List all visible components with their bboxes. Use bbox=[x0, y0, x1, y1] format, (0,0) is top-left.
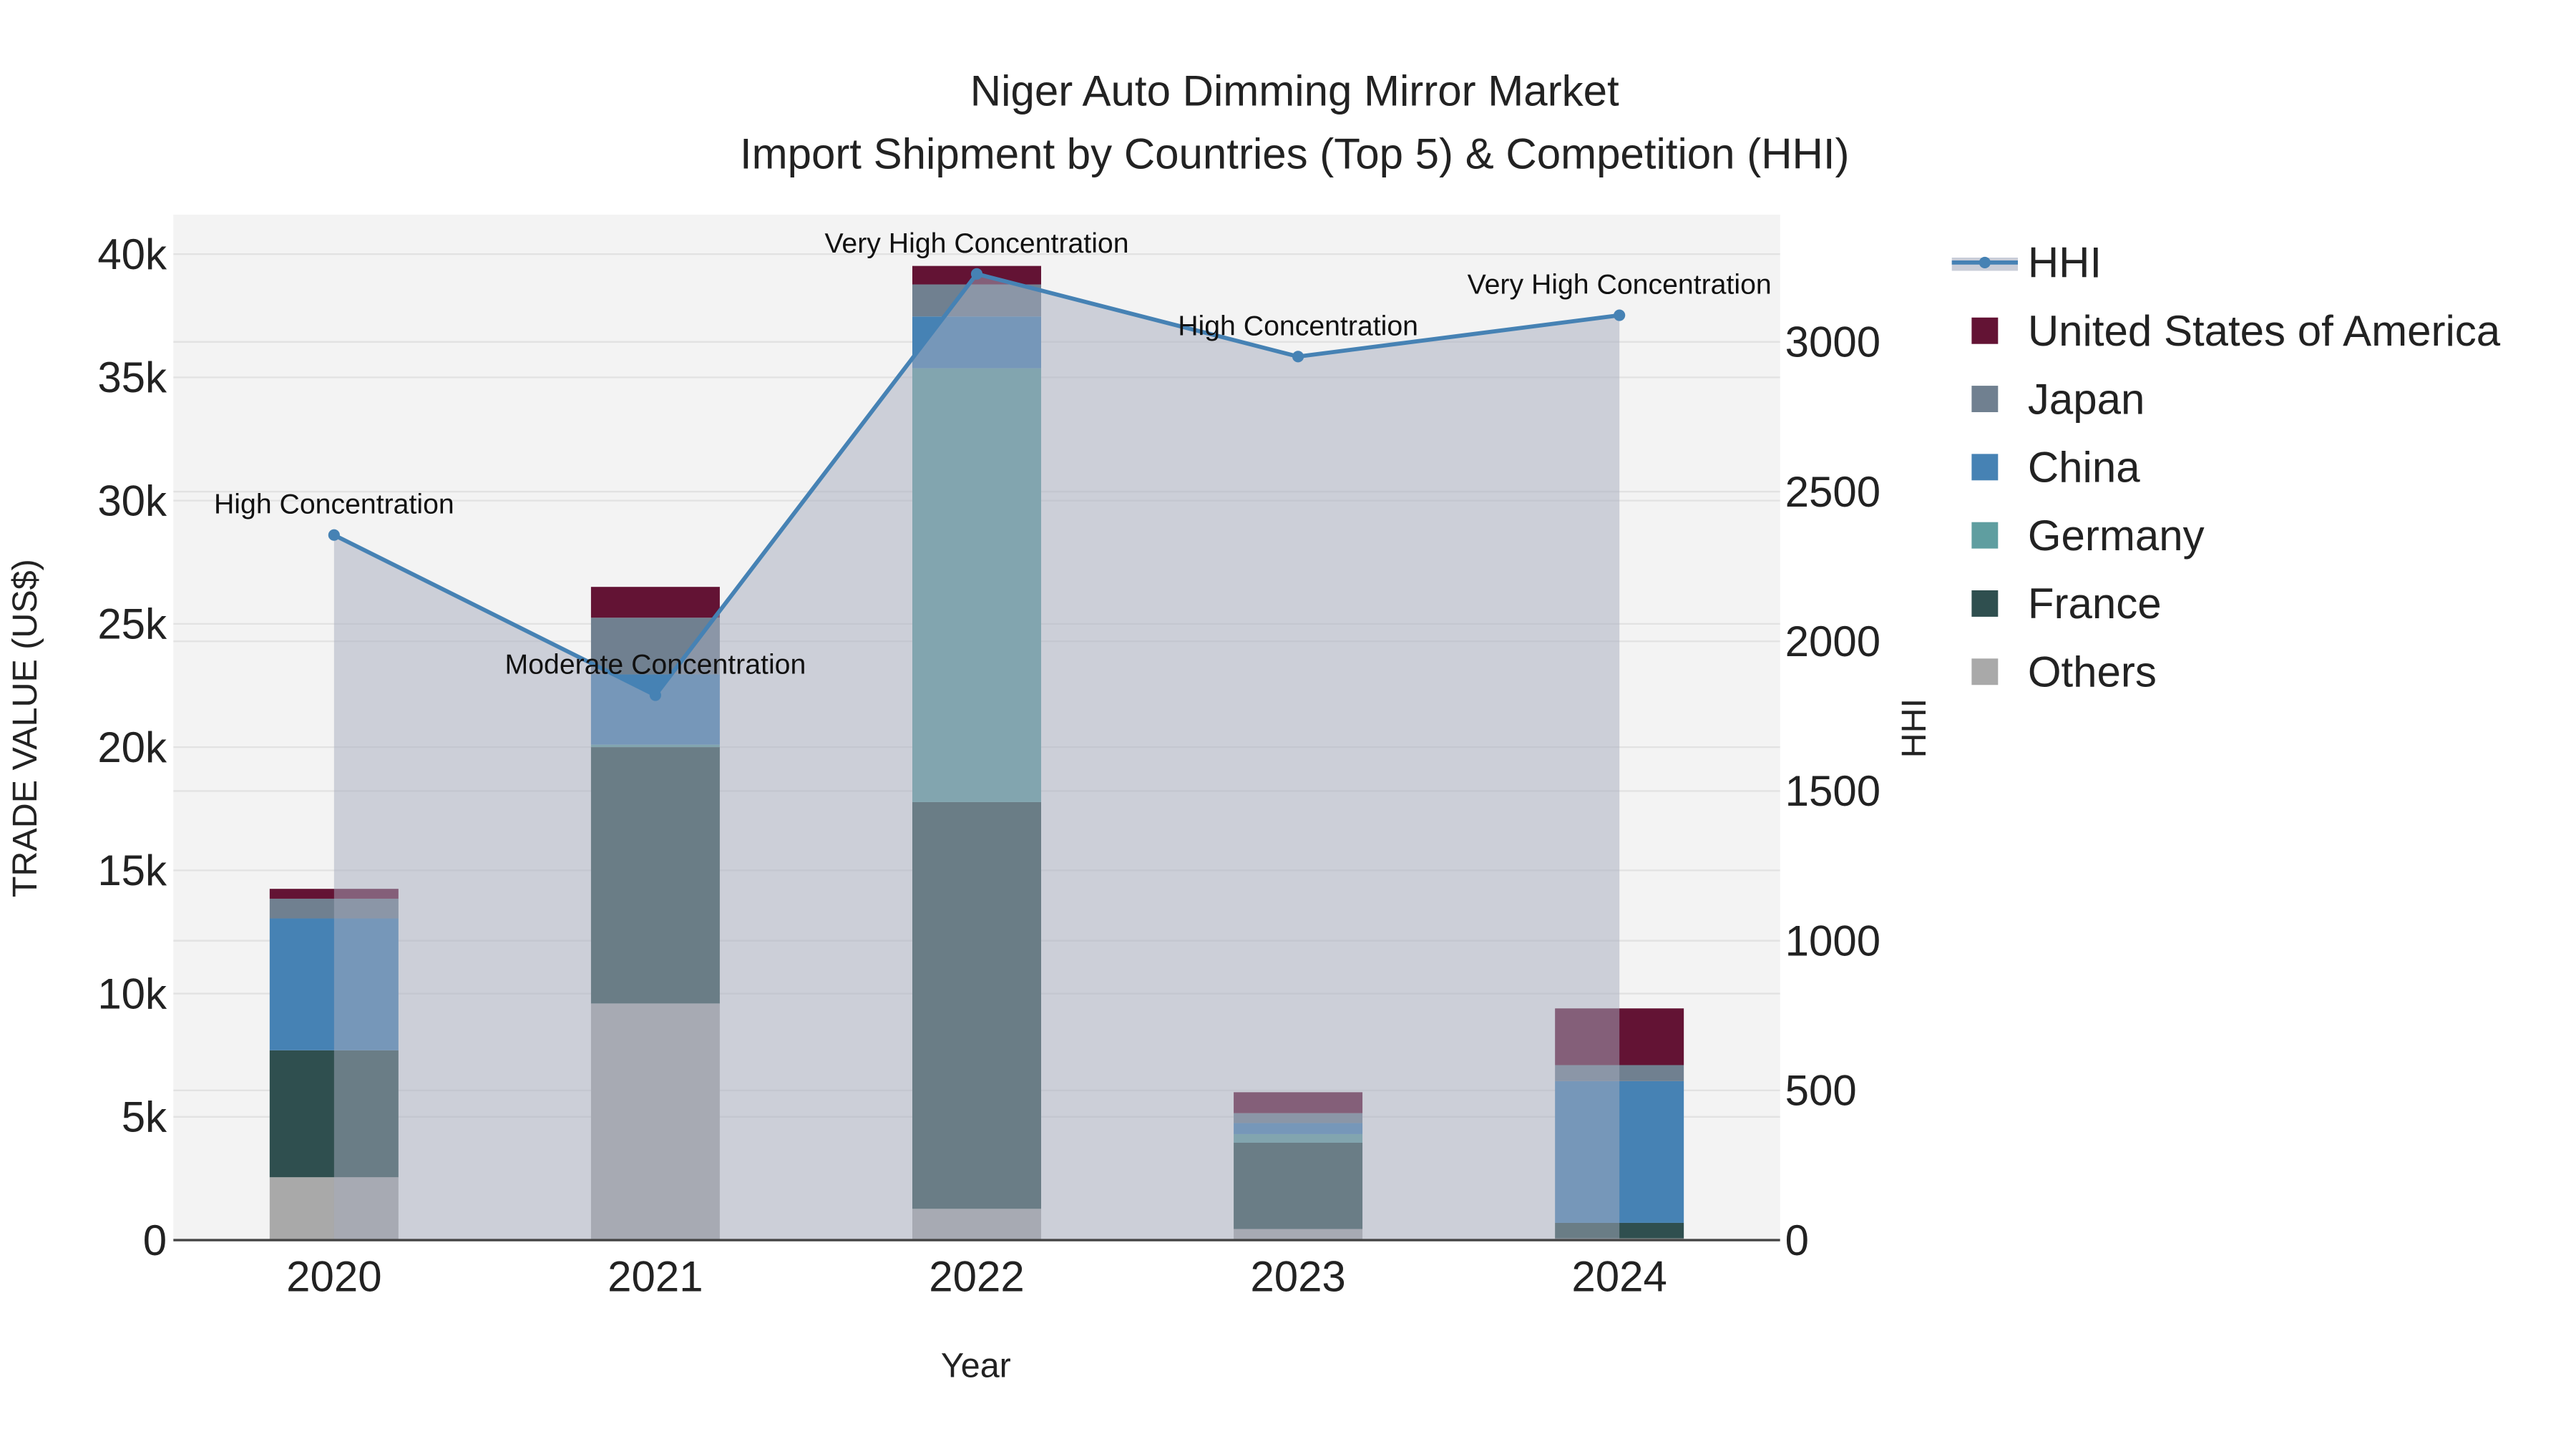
hhi-annotation: High Concentration bbox=[1178, 310, 1418, 341]
hhi-annotation: High Concentration bbox=[214, 489, 454, 520]
hhi-annotation: Moderate Concentration bbox=[505, 649, 806, 680]
bar-united-states-of-america bbox=[590, 587, 720, 618]
legend-swatch-japan bbox=[1971, 386, 1999, 412]
legend-label: Germany bbox=[2028, 512, 2205, 560]
legend-swatch-germany bbox=[1971, 522, 1999, 549]
x-tick-label: 2022 bbox=[929, 1253, 1024, 1301]
chart: High Concentration Moderate Concentration… bbox=[6, 67, 2501, 1385]
x-tick-label: 2021 bbox=[608, 1253, 703, 1301]
legend-swatch-united-states-of-america bbox=[1971, 317, 1999, 344]
y-tick-label: 40k bbox=[97, 230, 167, 278]
y-tick-label: 20k bbox=[97, 723, 167, 771]
y-tick-label: 15k bbox=[97, 847, 167, 894]
y-tick-label: 0 bbox=[143, 1216, 167, 1264]
legend-hhi-marker-icon bbox=[1979, 256, 1991, 268]
chart-subtitle: Import Shipment by Countries (Top 5) & C… bbox=[740, 130, 1850, 177]
hhi-annotation: Very High Concentration bbox=[1468, 269, 1772, 301]
legend-label: United States of America bbox=[2028, 307, 2501, 355]
y-tick-label: 10k bbox=[97, 970, 167, 1018]
x-tick-label: 2023 bbox=[1250, 1253, 1345, 1301]
legend-label: China bbox=[2028, 444, 2140, 492]
hhi-point bbox=[328, 529, 340, 541]
y-tick-label: 30k bbox=[97, 477, 167, 525]
legend-label: France bbox=[2028, 580, 2162, 628]
y2-tick-label: 500 bbox=[1785, 1067, 1857, 1115]
x-axis-title: Year bbox=[941, 1347, 1011, 1385]
legend-swatch-france bbox=[1971, 590, 1999, 617]
legend-swatch-china bbox=[1971, 454, 1999, 481]
hhi-point bbox=[649, 689, 661, 701]
y-tick-label: 5k bbox=[122, 1093, 167, 1141]
y2-tick-label: 1000 bbox=[1785, 917, 1880, 965]
x-tick-label: 2024 bbox=[1571, 1253, 1667, 1301]
y2-tick-label: 3000 bbox=[1785, 318, 1880, 366]
legend: HHI United States of America Japan China Ger… bbox=[1951, 239, 2501, 696]
legend-label: HHI bbox=[2028, 239, 2102, 287]
chart-title: Niger Auto Dimming Mirror Market bbox=[970, 67, 1619, 115]
y2-tick-label: 1500 bbox=[1785, 767, 1880, 815]
y2-axis-title: HHI bbox=[1895, 698, 1933, 758]
y-tick-label: 25k bbox=[97, 600, 167, 648]
hhi-point bbox=[1292, 351, 1304, 363]
y-tick-label: 35k bbox=[97, 353, 167, 401]
legend-label: Others bbox=[2028, 648, 2157, 696]
y-axis-title: TRADE VALUE (US$) bbox=[6, 559, 44, 897]
hhi-point bbox=[970, 268, 983, 280]
hhi-point bbox=[1614, 309, 1626, 321]
legend-label: Japan bbox=[2028, 375, 2145, 423]
y2-tick-label: 2000 bbox=[1785, 618, 1880, 665]
hhi-annotation: Very High Concentration bbox=[824, 228, 1128, 259]
x-tick-label: 2020 bbox=[286, 1253, 381, 1301]
y2-tick-label: 2500 bbox=[1785, 468, 1880, 516]
legend-swatch-others bbox=[1971, 658, 1999, 686]
y2-tick-label: 0 bbox=[1785, 1216, 1809, 1264]
